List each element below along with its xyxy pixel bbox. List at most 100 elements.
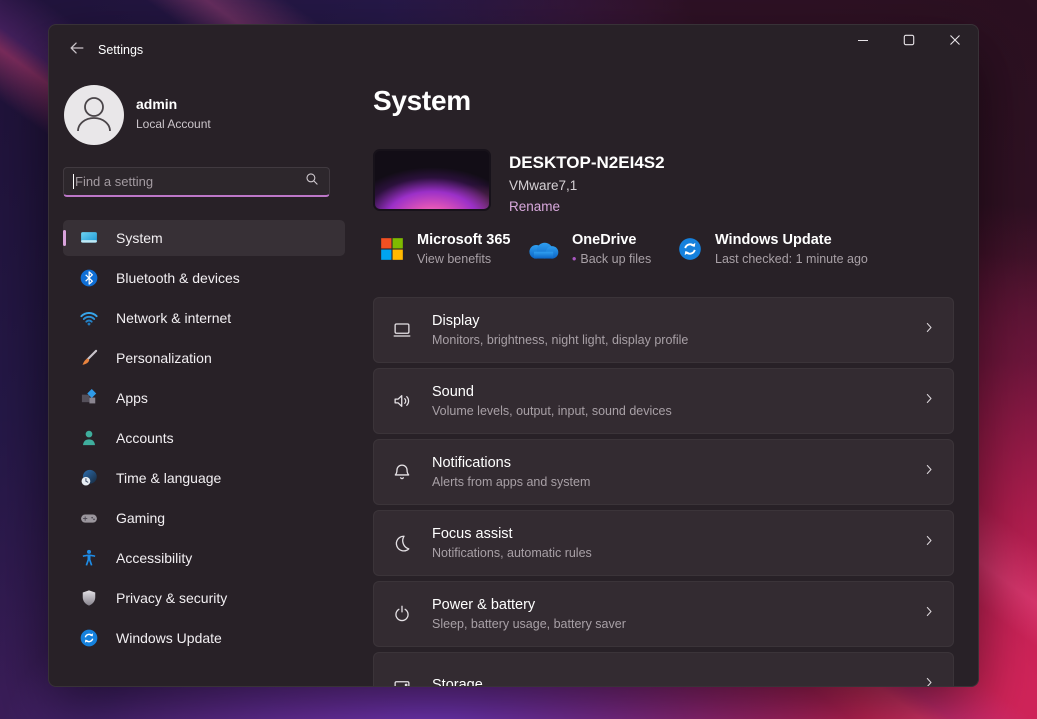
- sidebar-item-label: Accessibility: [116, 550, 192, 566]
- window-title: Settings: [98, 43, 143, 57]
- window-controls: [840, 25, 978, 59]
- card-title: Storage: [432, 677, 483, 687]
- sidebar-item-accounts[interactable]: Accounts: [63, 420, 345, 456]
- chevron-right-icon: [921, 533, 937, 554]
- person-icon: [64, 83, 124, 148]
- sidebar-item-label: Bluetooth & devices: [116, 270, 240, 286]
- status-bullet: •: [572, 252, 576, 266]
- quicklink-subtitle: •Back up files: [572, 252, 651, 266]
- card-title: Sound: [432, 384, 672, 400]
- quicklink-title: Windows Update: [715, 232, 868, 248]
- chevron-right-icon: [921, 320, 937, 341]
- quicklink-title: Microsoft 365: [417, 232, 510, 248]
- settings-card-power-battery[interactable]: Power & battery Sleep, battery usage, ba…: [373, 581, 954, 647]
- bell-icon: [390, 460, 414, 484]
- card-title: Power & battery: [432, 597, 626, 613]
- card-title: Notifications: [432, 455, 590, 471]
- power-icon: [390, 602, 414, 626]
- sidebar-item-gaming[interactable]: Gaming: [63, 500, 345, 536]
- sidebar-item-privacy-security[interactable]: Privacy & security: [63, 580, 345, 616]
- settings-card-storage[interactable]: Storage: [373, 652, 954, 687]
- sound-icon: [390, 389, 414, 413]
- back-button[interactable]: [61, 37, 93, 63]
- system-icon: [79, 228, 99, 248]
- back-arrow-icon: [68, 39, 86, 62]
- chevron-right-icon: [921, 391, 937, 412]
- minimize-button[interactable]: [840, 25, 886, 59]
- display-icon: [390, 318, 414, 342]
- settings-card-notifications[interactable]: Notifications Alerts from apps and syste…: [373, 439, 954, 505]
- sidebar-item-label: Time & language: [116, 470, 221, 486]
- device-name: DESKTOP-N2EI4S2: [509, 153, 665, 173]
- settings-card-sound[interactable]: Sound Volume levels, output, input, soun…: [373, 368, 954, 434]
- selection-indicator: [63, 230, 66, 246]
- card-subtitle: Sleep, battery usage, battery saver: [432, 617, 626, 631]
- chevron-right-icon: [921, 604, 937, 625]
- minimize-icon: [857, 33, 869, 51]
- sidebar-item-system[interactable]: System: [63, 220, 345, 256]
- device-thumbnail: [373, 149, 491, 211]
- sidebar-item-label: Gaming: [116, 510, 165, 526]
- card-subtitle: Volume levels, output, input, sound devi…: [432, 404, 672, 418]
- quicklink-title: OneDrive: [572, 232, 651, 248]
- chevron-right-icon: [921, 462, 937, 483]
- quicklink-onedrive[interactable]: OneDrive •Back up files: [526, 232, 651, 266]
- card-subtitle: Alerts from apps and system: [432, 475, 590, 489]
- sidebar-item-label: Accounts: [116, 430, 174, 446]
- sidebar-item-network-internet[interactable]: Network & internet: [63, 300, 345, 336]
- quicklink-microsoft-365[interactable]: Microsoft 365 View benefits: [379, 232, 510, 266]
- card-subtitle: Notifications, automatic rules: [432, 546, 592, 560]
- sidebar-item-windows-update[interactable]: Windows Update: [63, 620, 345, 656]
- maximize-icon: [903, 33, 915, 51]
- moon-icon: [390, 531, 414, 555]
- text-caret: [73, 174, 74, 189]
- maximize-button[interactable]: [886, 25, 932, 59]
- sidebar-item-time-language[interactable]: Time & language: [63, 460, 345, 496]
- storage-icon: [390, 673, 414, 687]
- gamepad-icon: [79, 508, 99, 528]
- apps-icon: [79, 388, 99, 408]
- avatar: [64, 85, 124, 145]
- sidebar-item-label: Personalization: [116, 350, 212, 366]
- sidebar-item-label: Network & internet: [116, 310, 231, 326]
- sidebar-item-label: Privacy & security: [116, 590, 227, 606]
- card-title: Display: [432, 313, 688, 329]
- sidebar-item-label: System: [116, 230, 163, 246]
- quicklink-subtitle: View benefits: [417, 252, 510, 266]
- bluetooth-icon: [79, 268, 99, 288]
- paintbrush-icon: [79, 348, 99, 368]
- close-button[interactable]: [932, 25, 978, 59]
- windows-update-icon: [79, 628, 99, 648]
- settings-card-display[interactable]: Display Monitors, brightness, night ligh…: [373, 297, 954, 363]
- close-icon: [949, 33, 961, 51]
- onedrive-icon: [526, 238, 560, 261]
- account-type: Local Account: [136, 117, 211, 131]
- device-model: VMware7,1: [509, 178, 577, 193]
- card-subtitle: Monitors, brightness, night light, displ…: [432, 333, 688, 347]
- accessibility-icon: [79, 548, 99, 568]
- rename-link[interactable]: Rename: [509, 199, 560, 214]
- settings-card-focus-assist[interactable]: Focus assist Notifications, automatic ru…: [373, 510, 954, 576]
- account-name: admin: [136, 96, 177, 112]
- search-input[interactable]: [75, 174, 304, 189]
- card-title: Focus assist: [432, 526, 592, 542]
- windows-update-icon: [677, 236, 703, 262]
- wifi-icon: [79, 308, 99, 328]
- microsoft-365-icon: [379, 236, 405, 262]
- shield-icon: [79, 588, 99, 608]
- settings-window: Settings admin Local Account System: [48, 24, 979, 687]
- search-box[interactable]: [63, 167, 330, 197]
- clock-globe-icon: [79, 468, 99, 488]
- search-icon: [304, 171, 320, 192]
- page-title: System: [373, 85, 471, 117]
- quicklink-windows-update[interactable]: Windows Update Last checked: 1 minute ag…: [677, 232, 868, 266]
- quicklink-subtitle: Last checked: 1 minute ago: [715, 252, 868, 266]
- accounts-icon: [79, 428, 99, 448]
- sidebar-item-label: Windows Update: [116, 630, 222, 646]
- sidebar-item-accessibility[interactable]: Accessibility: [63, 540, 345, 576]
- sidebar-item-personalization[interactable]: Personalization: [63, 340, 345, 376]
- chevron-right-icon: [921, 675, 937, 688]
- sidebar-item-label: Apps: [116, 390, 148, 406]
- sidebar-item-bluetooth-devices[interactable]: Bluetooth & devices: [63, 260, 345, 296]
- sidebar-item-apps[interactable]: Apps: [63, 380, 345, 416]
